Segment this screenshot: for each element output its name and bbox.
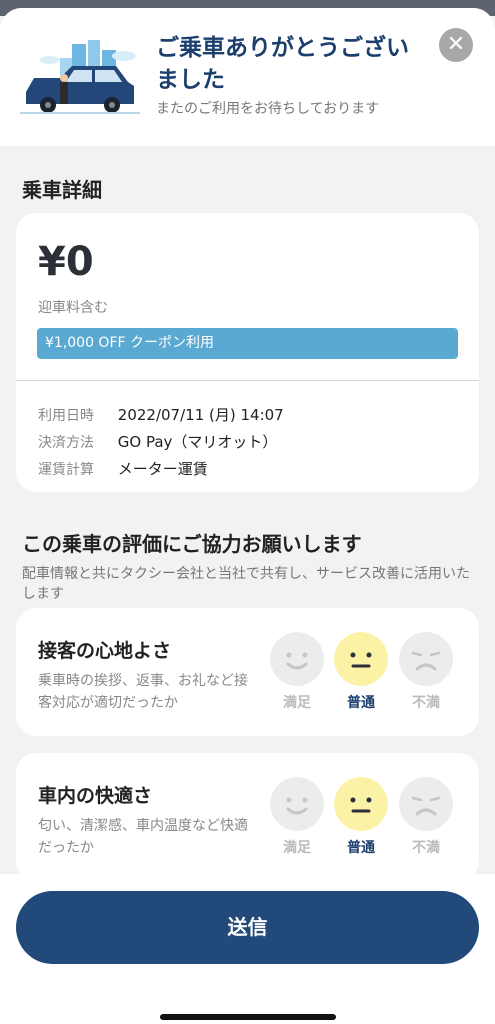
- satisfied-face-icon[interactable]: [270, 632, 324, 686]
- rating-card-description: 匂い、清潔感、車内温度など快適だったか: [38, 818, 248, 856]
- rating-option-label: 不満: [412, 695, 440, 711]
- detail-value: GO Pay（マリオット）: [117, 433, 278, 451]
- rating-description: 配車情報と共にタクシー会社と当社で共有し、サービス改善に活用いたします: [22, 566, 470, 602]
- neutral-face-icon[interactable]: [334, 632, 388, 686]
- ride-complete-sheet: ご乗車ありがとうございました またのご利用をお待ちしております ✕ 乗車詳細 ¥…: [0, 8, 495, 1024]
- detail-label: 決済方法: [38, 435, 94, 451]
- fare-amount: ¥0: [38, 239, 94, 285]
- detail-value: 2022/07/11 (月) 14:07: [117, 406, 284, 424]
- rating-option-label: 不満: [412, 840, 440, 856]
- fare-note: 迎車料含む: [38, 300, 108, 316]
- rating-option-label-selected: 普通: [347, 695, 375, 711]
- taxi-illustration: [20, 40, 140, 114]
- rating-option-label: 満足: [283, 695, 311, 711]
- rating-heading: この乗車の評価にご協力お願いします: [22, 532, 362, 556]
- home-indicator: [160, 1014, 336, 1020]
- send-button[interactable]: 送信: [16, 891, 479, 964]
- detail-value: メーター運賃: [117, 460, 208, 478]
- divider: [16, 380, 479, 381]
- ride-details-heading: 乗車詳細: [22, 178, 102, 202]
- rating-option-label-selected: 普通: [347, 840, 375, 856]
- rating-card-service: 接客の心地よさ 乗車時の挨拶、返事、お礼など接客対応が適切だったか 満足 普通 …: [16, 608, 479, 736]
- fare-card: ¥0 迎車料含む ¥1,000 OFF クーポン利用 利用日時 2022/07/…: [16, 213, 479, 492]
- satisfied-face-icon[interactable]: [270, 777, 324, 831]
- rating-card-comfort: 車内の快適さ 匂い、清潔感、車内温度など快適だったか 満足 普通 不満: [16, 753, 479, 881]
- rating-card-title: 接客の心地よさ: [38, 640, 172, 662]
- page-subtitle: またのご利用をお待ちしております: [156, 101, 380, 117]
- detail-row-datetime: 利用日時 2022/07/11 (月) 14:07: [38, 404, 468, 425]
- dissatisfied-face-icon[interactable]: [399, 777, 453, 831]
- close-icon: ✕: [446, 32, 466, 57]
- header: ご乗車ありがとうございました またのご利用をお待ちしております ✕: [0, 8, 495, 146]
- detail-row-fare-calc: 運賃計算 メーター運賃: [38, 458, 468, 479]
- detail-label: 運賃計算: [38, 462, 94, 478]
- close-button[interactable]: ✕: [439, 28, 473, 62]
- rating-card-title: 車内の快適さ: [38, 785, 153, 807]
- neutral-face-icon[interactable]: [334, 777, 388, 831]
- rating-option-label: 満足: [283, 840, 311, 856]
- dissatisfied-face-icon[interactable]: [399, 632, 453, 686]
- page-title: ご乗車ありがとうございました: [156, 35, 409, 93]
- detail-label: 利用日時: [38, 408, 94, 424]
- detail-row-payment: 決済方法 GO Pay（マリオット）: [38, 431, 468, 452]
- coupon-badge: ¥1,000 OFF クーポン利用: [37, 328, 458, 359]
- rating-card-description: 乗車時の挨拶、返事、お礼など接客対応が適切だったか: [38, 673, 248, 711]
